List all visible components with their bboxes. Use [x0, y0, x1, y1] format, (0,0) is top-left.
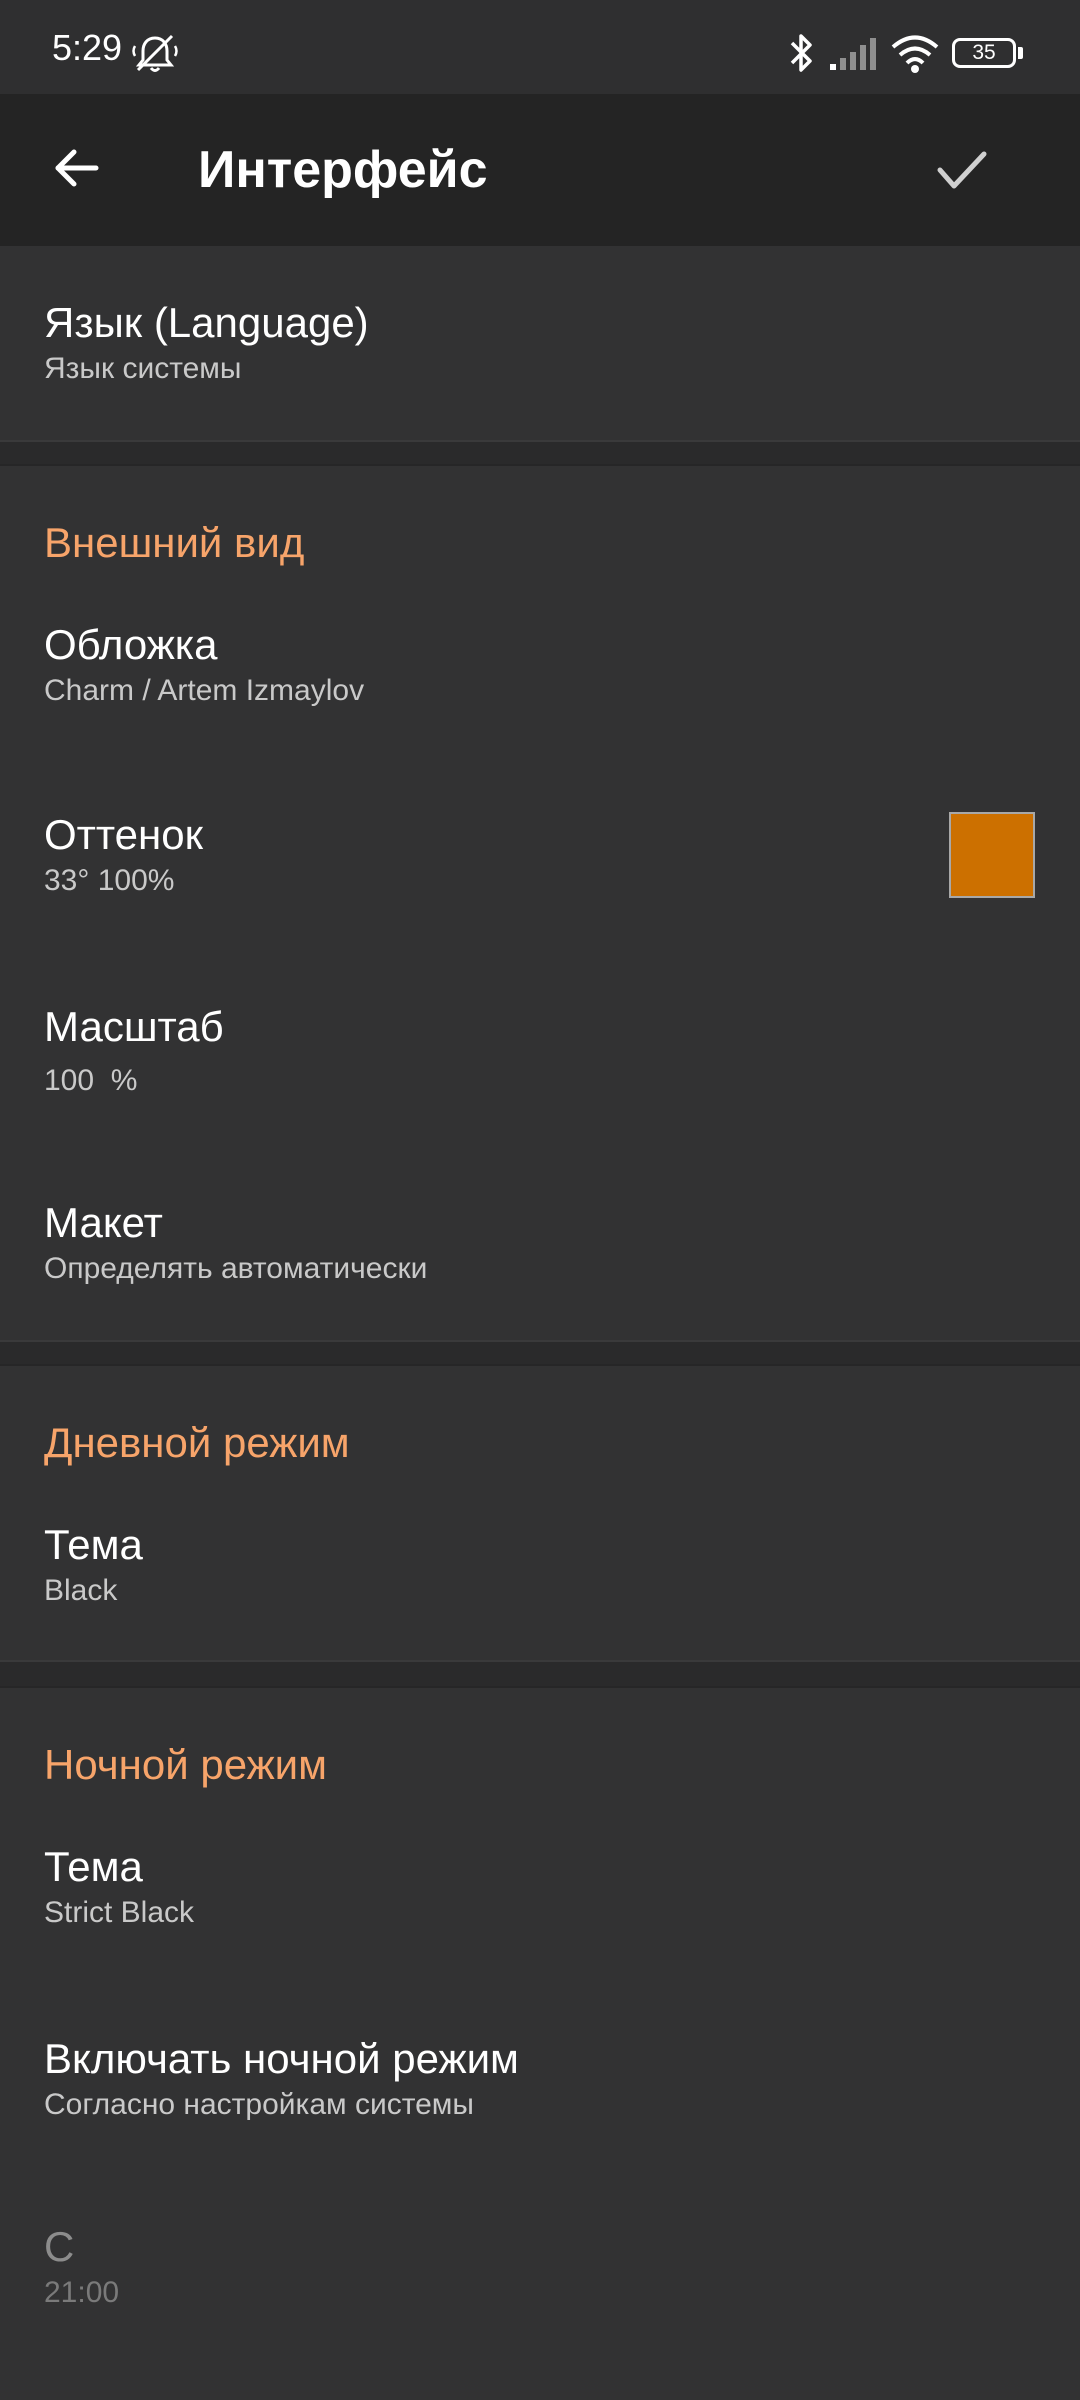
day-theme-value: Black	[44, 1574, 118, 1607]
app-bar: Интерфейс	[0, 94, 1080, 246]
day-theme-title: Тема	[44, 1521, 143, 1568]
language-card: Язык (Language) Язык системы	[0, 246, 1080, 440]
language-value: Язык системы	[44, 352, 242, 385]
night-theme-item[interactable]: Тема Strict Black	[0, 1822, 1080, 2002]
cover-value: Charm / Artem Izmaylov	[44, 674, 365, 707]
night-mode-from-title: С	[44, 2223, 75, 2270]
section-divider	[0, 440, 1080, 466]
tint-title: Оттенок	[44, 811, 203, 858]
layout-title: Макет	[44, 1199, 163, 1246]
signal-icon	[830, 38, 876, 70]
night-theme-title: Тема	[44, 1843, 143, 1890]
status-time: 5:29	[52, 27, 123, 68]
section-divider	[0, 1340, 1080, 1366]
night-mode-from-item: С 21:00	[0, 2200, 1080, 2380]
section-divider	[0, 1660, 1080, 1688]
appearance-section-header: Внешний вид	[44, 519, 305, 566]
battery-icon: 35	[952, 38, 1016, 68]
bluetooth-icon	[790, 34, 812, 72]
wifi-icon	[891, 35, 939, 73]
night-mode-section-header: Ночной режим	[44, 1741, 328, 1788]
scale-title: Масштаб	[44, 1003, 224, 1050]
page-title: Интерфейс	[198, 141, 488, 199]
layout-item[interactable]: Макет Определять автоматически	[0, 1180, 1080, 1340]
cover-item[interactable]: Обложка Charm / Artem Izmaylov	[0, 600, 1080, 780]
scale-item[interactable]: Масштаб 100 %	[0, 980, 1080, 1160]
night-mode-from-value: 21:00	[44, 2276, 120, 2309]
cover-title: Обложка	[44, 621, 218, 668]
status-bar: 5:29 35	[0, 0, 1080, 94]
tint-color-swatch[interactable]	[949, 812, 1035, 898]
mute-icon	[132, 34, 178, 72]
tint-value: 33° 100%	[44, 864, 175, 897]
tint-item[interactable]: Оттенок 33° 100%	[0, 790, 1080, 970]
check-icon[interactable]	[936, 148, 988, 192]
battery-tip	[1018, 47, 1023, 59]
layout-value: Определять автоматически	[44, 1252, 428, 1285]
day-mode-section-header: Дневной режим	[44, 1419, 350, 1466]
night-mode-enable-value: Согласно настройкам системы	[44, 2088, 474, 2121]
arrow-left-icon[interactable]	[52, 144, 100, 192]
night-mode-enable-title: Включать ночной режим	[44, 2035, 519, 2082]
day-theme-item[interactable]: Тема Black	[0, 1500, 1080, 1660]
night-theme-value: Strict Black	[44, 1896, 195, 1929]
language-item[interactable]: Язык (Language) Язык системы	[0, 246, 1080, 440]
language-title: Язык (Language)	[44, 299, 369, 346]
scale-value: 100 %	[44, 1064, 138, 1097]
night-mode-enable-item[interactable]: Включать ночной режим Согласно настройка…	[0, 2012, 1080, 2192]
